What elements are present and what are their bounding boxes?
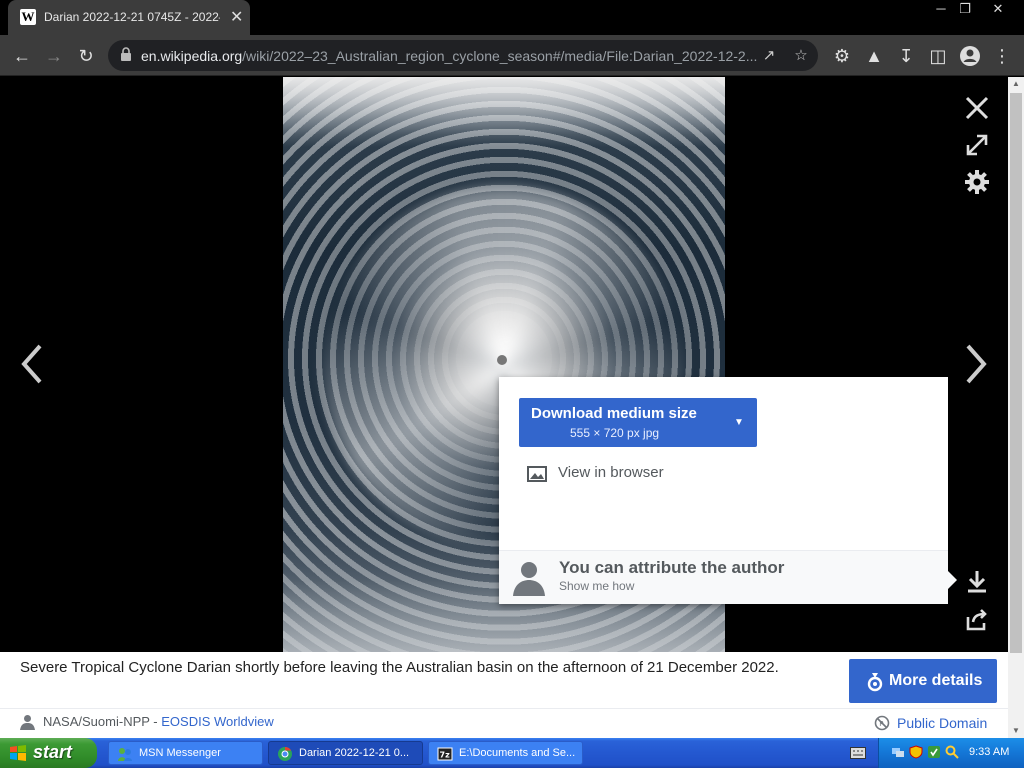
window-close-icon[interactable]: ✕ <box>985 0 1011 18</box>
tray-app-icon[interactable] <box>927 745 941 759</box>
previous-arrow-icon[interactable] <box>16 342 46 386</box>
share-icon[interactable]: ↗ <box>758 45 780 67</box>
url-path: /wiki/2022–23_Australian_region_cyclone_… <box>242 48 758 64</box>
public-domain-icon: P <box>874 715 890 731</box>
minimize-icon[interactable]: ─ <box>928 0 954 18</box>
menu-kebab-icon[interactable]: ⋮ <box>990 44 1014 68</box>
image-cyclone-eye <box>497 355 507 365</box>
download-medium-button[interactable]: Download medium size 555 × 720 px jpg ▼ <box>519 398 757 447</box>
side-panel-icon[interactable]: ◫ <box>926 44 950 68</box>
tab-title: Darian 2022-12-21 0745Z - 2022–2 <box>44 10 220 24</box>
download-size-label: 555 × 720 px jpg <box>570 426 660 440</box>
author-person-icon <box>20 715 35 730</box>
scroll-down-icon[interactable]: ▼ <box>1008 724 1024 738</box>
tab-close-icon[interactable]: ✕ <box>230 7 243 27</box>
url-host: en.wikipedia.org <box>141 48 243 64</box>
labs-flask-icon[interactable]: ▲ <box>862 44 886 68</box>
chevron-down-icon[interactable]: ▼ <box>721 398 757 447</box>
show-me-how-link[interactable]: Show me how <box>559 579 634 593</box>
url-text: en.wikipedia.org/wiki/2022–23_Australian… <box>141 48 761 64</box>
security-shield-icon[interactable] <box>909 745 923 759</box>
scroll-up-icon[interactable]: ▲ <box>1008 77 1024 91</box>
download-icon[interactable]: ↧ <box>894 44 918 68</box>
caption-bar: Severe Tropical Cyclone Darian shortly b… <box>0 652 1008 708</box>
windows-flag-icon <box>10 745 26 761</box>
fullscreen-icon[interactable] <box>964 132 990 158</box>
taskbar-item-label: MSN Messenger <box>139 747 221 759</box>
more-details-button[interactable]: More details <box>849 659 997 703</box>
license-link[interactable]: Public Domain <box>897 715 987 731</box>
bookmark-star-icon[interactable]: ☆ <box>790 45 812 67</box>
profile-avatar-icon[interactable] <box>958 44 982 68</box>
commons-logo-icon <box>867 673 883 692</box>
person-icon <box>513 562 545 596</box>
taskbar-item-msn[interactable]: MSN Messenger <box>108 741 263 765</box>
forward-icon[interactable]: → <box>42 44 66 68</box>
tray-network-icon[interactable] <box>891 745 905 759</box>
browser-toolbar: ← → ↻ en.wikipedia.org/wiki/2022–23_Aust… <box>0 35 1024 76</box>
source-link[interactable]: EOSDIS Worldview <box>161 714 273 729</box>
browser-window: W Darian 2022-12-21 0745Z - 2022–2 ✕ ─ ❐… <box>0 0 1024 738</box>
lock-icon <box>121 47 131 61</box>
start-button[interactable]: start <box>0 738 97 768</box>
taskbar-item-label: Darian 2022-12-21 0... <box>299 747 410 759</box>
settings-gear-icon[interactable] <box>964 169 990 195</box>
image-clouds-top <box>283 77 725 147</box>
page-scrollbar[interactable]: ▲ ▼ <box>1008 77 1024 738</box>
svg-text:P: P <box>879 720 883 728</box>
metadata-bar: NASA/Suomi-NPP - EOSDIS Worldview P Publ… <box>0 708 1008 738</box>
system-tray: 9:33 AM <box>878 738 1024 768</box>
tray-clock: 9:33 AM <box>969 746 1010 758</box>
reload-icon[interactable]: ↻ <box>74 44 98 68</box>
chrome-icon <box>278 746 292 761</box>
tab-strip: W Darian 2022-12-21 0745Z - 2022–2 ✕ ─ ❐… <box>0 0 1024 35</box>
image-icon <box>527 466 547 482</box>
msn-messenger-icon <box>118 748 132 761</box>
download-popup: Download medium size 555 × 720 px jpg ▼ … <box>499 377 957 604</box>
image-caption: Severe Tropical Cyclone Darian shortly b… <box>20 659 779 676</box>
credit-separator: - <box>149 714 162 729</box>
next-arrow-icon[interactable] <box>962 342 992 386</box>
view-in-browser-label: View in browser <box>558 464 664 481</box>
back-icon[interactable]: ← <box>10 44 34 68</box>
svg-text:7z: 7z <box>440 751 451 760</box>
keyboard-icon[interactable] <box>850 747 866 759</box>
browser-tab[interactable]: W Darian 2022-12-21 0745Z - 2022–2 ✕ <box>8 0 250 35</box>
attribution-heading: You can attribute the author <box>559 558 785 577</box>
close-viewer-icon[interactable] <box>964 95 990 121</box>
archive-7zip-icon: 7z <box>437 747 453 761</box>
taskbar: start MSN Messenger Darian 2022-12-21 0.… <box>0 738 1024 768</box>
address-bar[interactable]: en.wikipedia.org/wiki/2022–23_Australian… <box>108 40 818 71</box>
more-details-label: More details <box>889 672 983 689</box>
taskbar-item-label: E:\Documents and Se... <box>459 747 576 759</box>
author-name: NASA/Suomi-NPP <box>43 714 150 729</box>
search-magnifier-icon[interactable] <box>945 745 959 759</box>
extensions-icon[interactable]: ⚙ <box>830 44 854 68</box>
restore-icon[interactable]: ❐ <box>952 0 978 18</box>
download-label: Download medium size <box>531 405 697 422</box>
wikipedia-favicon-icon: W <box>20 9 36 25</box>
start-label: start <box>33 742 73 762</box>
scrollbar-thumb[interactable] <box>1010 93 1022 653</box>
download-viewer-icon[interactable] <box>964 569 990 595</box>
taskbar-item-7zip[interactable]: 7z E:\Documents and Se... <box>428 741 583 765</box>
taskbar-item-browser[interactable]: Darian 2022-12-21 0... <box>268 741 423 765</box>
author-credit: NASA/Suomi-NPP - EOSDIS Worldview <box>43 714 274 729</box>
share-viewer-icon[interactable] <box>964 607 990 633</box>
attribution-section[interactable]: You can attribute the author Show me how <box>499 550 948 604</box>
